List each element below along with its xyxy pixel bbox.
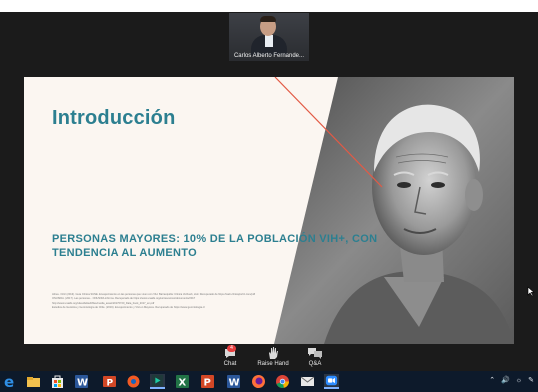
store-icon[interactable] bbox=[50, 374, 65, 389]
slide-references: Abreu. Ortiz (2013). Guía Clínica SUNE. … bbox=[52, 293, 397, 311]
shared-slide: Introducción PERSONAS MAYORES: 10% DE LA… bbox=[24, 77, 514, 344]
chat-label: Chat bbox=[223, 361, 237, 367]
file-explorer-icon[interactable] bbox=[26, 374, 41, 389]
powerpoint-icon[interactable]: P bbox=[200, 374, 215, 389]
system-tray: ⌃ 🔊 ☼ ✎ bbox=[485, 376, 534, 388]
reference-line: Estudios de Genética y Gerontología de C… bbox=[52, 306, 205, 310]
pen-icon[interactable]: ✎ bbox=[528, 376, 534, 384]
chat-badge: 4 bbox=[227, 345, 236, 352]
svg-text:e: e bbox=[4, 374, 14, 389]
mail-icon[interactable] bbox=[300, 374, 315, 389]
participant-hair bbox=[260, 16, 276, 22]
svg-text:W: W bbox=[229, 378, 240, 389]
chevron-up-icon[interactable]: ⌃ bbox=[489, 376, 495, 384]
zoom-icon[interactable] bbox=[324, 374, 339, 389]
qa-icon bbox=[308, 348, 322, 359]
participant-name: Carlos Alberto Fernande... bbox=[233, 53, 305, 59]
volume-icon[interactable]: 🔊 bbox=[501, 376, 510, 384]
network-icon[interactable]: ☼ bbox=[516, 377, 522, 384]
raise-hand-icon bbox=[269, 347, 278, 359]
slide-subtitle: PERSONAS MAYORES: 10% DE LA POBLACIÓN VI… bbox=[52, 233, 378, 259]
excel-icon[interactable]: X bbox=[175, 374, 190, 389]
qa-button[interactable]: Q&A bbox=[303, 346, 327, 370]
edge-icon[interactable]: e bbox=[2, 374, 17, 389]
media-app-icon[interactable] bbox=[150, 374, 165, 389]
qa-label: Q&A bbox=[308, 361, 322, 367]
participant-video-tile[interactable]: Carlos Alberto Fernande... bbox=[229, 13, 309, 61]
windows-taskbar: e W P X P W ⌃ 🔊 ☼ ✎ bbox=[0, 371, 538, 392]
firefox-icon[interactable] bbox=[251, 374, 266, 389]
top-white-bar bbox=[0, 0, 538, 12]
powerpoint-icon[interactable]: P bbox=[102, 374, 117, 389]
svg-text:X: X bbox=[179, 378, 187, 389]
meeting-controls: 4 Chat Raise Hand Q&A bbox=[0, 345, 538, 370]
svg-text:P: P bbox=[107, 379, 114, 389]
svg-text:W: W bbox=[77, 378, 88, 389]
media-player-icon[interactable] bbox=[126, 374, 141, 389]
word-icon[interactable]: W bbox=[226, 374, 241, 389]
slide-title: Introducción bbox=[52, 107, 176, 129]
participant-shirt bbox=[265, 35, 273, 47]
mouse-cursor-icon bbox=[527, 286, 535, 297]
chrome-icon[interactable] bbox=[275, 374, 290, 389]
word-icon[interactable]: W bbox=[74, 374, 89, 389]
raise-hand-button[interactable]: Raise Hand bbox=[254, 346, 292, 370]
svg-text:P: P bbox=[204, 378, 211, 389]
chat-button[interactable]: 4 Chat bbox=[216, 345, 244, 370]
raise-hand-label: Raise Hand bbox=[257, 361, 289, 367]
